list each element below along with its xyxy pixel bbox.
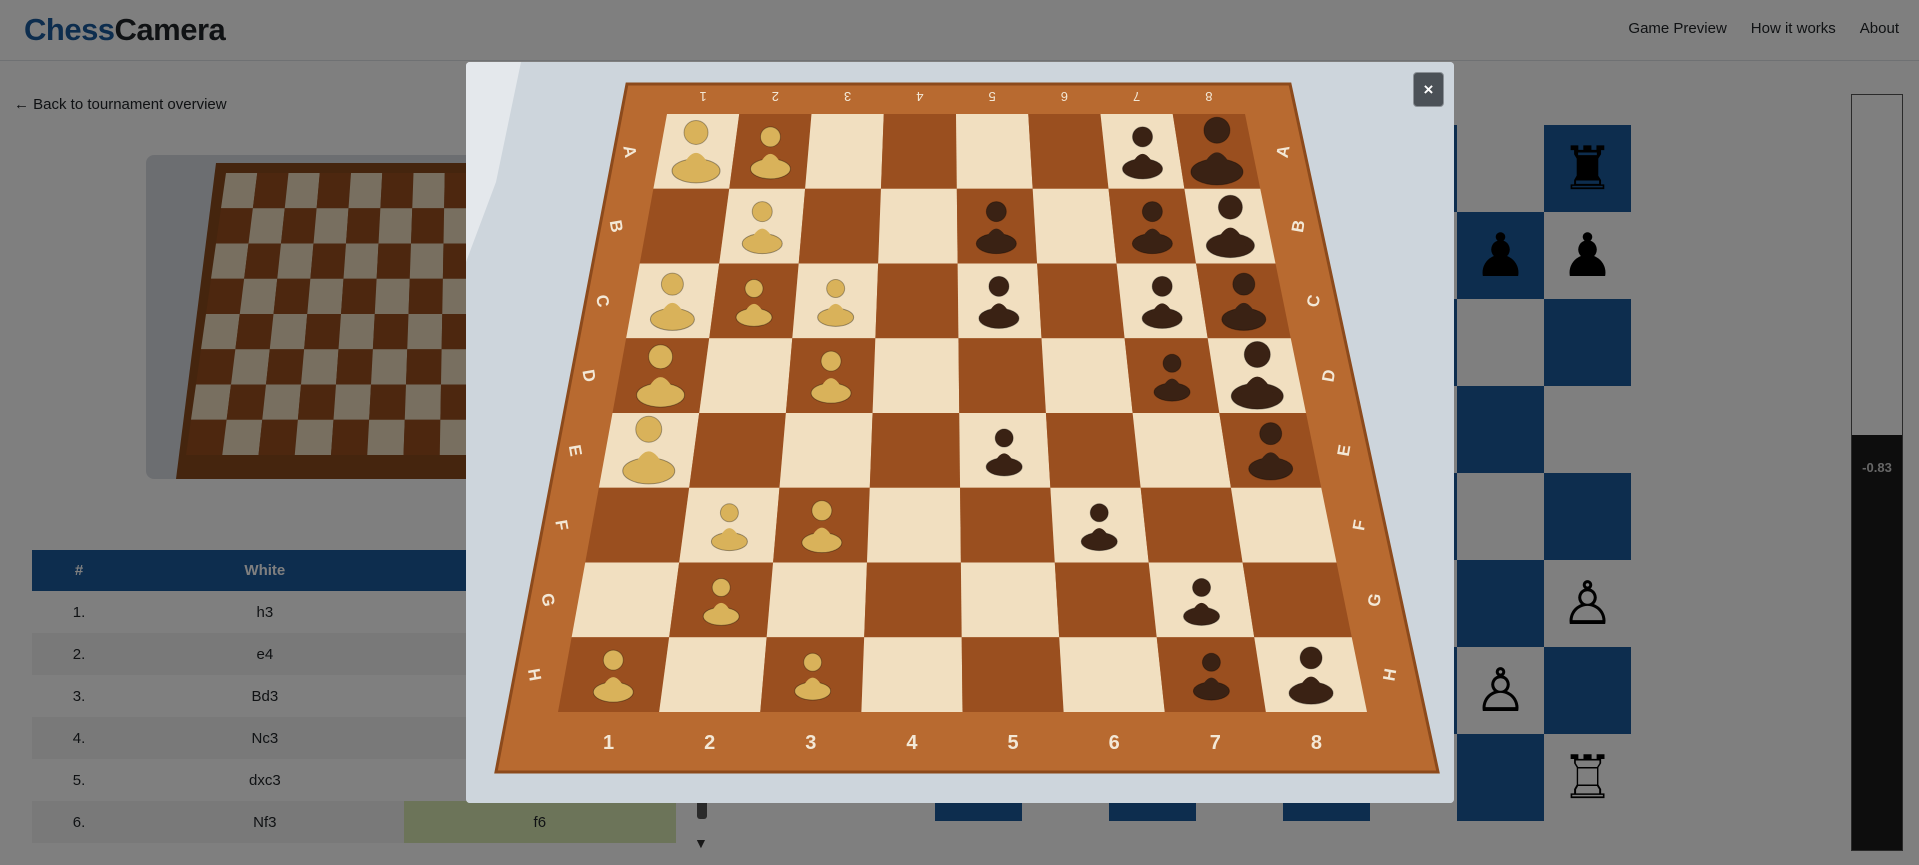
photo-square — [760, 637, 865, 712]
photo-square — [1124, 338, 1220, 413]
board-file-label-bottom: 2 — [704, 732, 715, 754]
board-file-label-bottom: 8 — [1311, 732, 1322, 754]
photo-square — [805, 114, 884, 189]
photo-square — [1041, 338, 1133, 413]
photo-square — [585, 487, 690, 563]
board-file-label-top: 2 — [772, 89, 779, 104]
board-file-label-bottom: 5 — [1008, 732, 1019, 754]
camera-image-modal: 1122334455667788AABBCCDDEEFFGGHH — [466, 62, 1454, 803]
photo-square — [798, 188, 881, 264]
board-file-label-bottom: 4 — [906, 732, 918, 754]
photo-square — [1032, 188, 1117, 264]
photo-square — [689, 413, 786, 488]
board-file-label-top: 4 — [916, 89, 923, 104]
photo-square — [659, 637, 767, 712]
board-file-label-top: 8 — [1205, 89, 1212, 104]
photo-square — [1059, 637, 1165, 712]
photo-square — [679, 487, 780, 563]
photo-square — [1140, 487, 1243, 563]
photo-square — [1230, 487, 1337, 563]
board-file-label-top: 5 — [989, 89, 996, 104]
photo-square — [864, 562, 962, 638]
photo-square — [639, 188, 730, 264]
photo-square — [956, 114, 1033, 189]
board-file-label-bottom: 6 — [1109, 732, 1120, 754]
photo-square — [1037, 263, 1125, 339]
photo-board-squares — [558, 114, 1367, 712]
photo-square — [1242, 562, 1352, 638]
camera-board-photo: 1122334455667788A AB BC CD DE EF FG GH H — [466, 62, 1454, 803]
close-modal-button[interactable]: × — [1413, 72, 1444, 107]
photo-square — [960, 562, 1060, 638]
photo-square — [709, 263, 799, 339]
board-file-label-top: 7 — [1133, 89, 1140, 104]
photo-square — [1054, 562, 1157, 638]
photo-square — [699, 338, 793, 413]
photo-square — [1148, 562, 1255, 638]
photo-square — [866, 487, 961, 563]
board-file-label-bottom: 1 — [603, 732, 614, 754]
board-file-label-top: 6 — [1061, 89, 1068, 104]
photo-square — [1045, 413, 1141, 488]
photo-square — [1156, 637, 1266, 712]
board-file-label-bottom: 7 — [1210, 732, 1221, 754]
photo-square — [1028, 114, 1109, 189]
photo-square — [875, 263, 959, 339]
photo-square — [959, 413, 1051, 488]
photo-square — [779, 413, 873, 488]
photo-square — [571, 562, 680, 638]
photo-square — [1132, 413, 1231, 488]
photo-square — [766, 562, 867, 638]
board-file-label-top: 3 — [844, 89, 851, 104]
board-file-label-top: 1 — [700, 89, 707, 104]
photo-square — [880, 114, 957, 189]
photo-square — [792, 263, 879, 339]
photo-square — [958, 338, 1046, 413]
photo-square — [961, 637, 1064, 712]
photo-square — [669, 562, 774, 638]
photo-square — [878, 188, 958, 264]
photo-square — [960, 487, 1055, 563]
board-file-label-bottom: 3 — [805, 732, 816, 754]
photo-square — [869, 413, 961, 488]
photo-square — [1050, 487, 1149, 563]
photo-square — [861, 637, 963, 712]
photo-square — [872, 338, 960, 413]
